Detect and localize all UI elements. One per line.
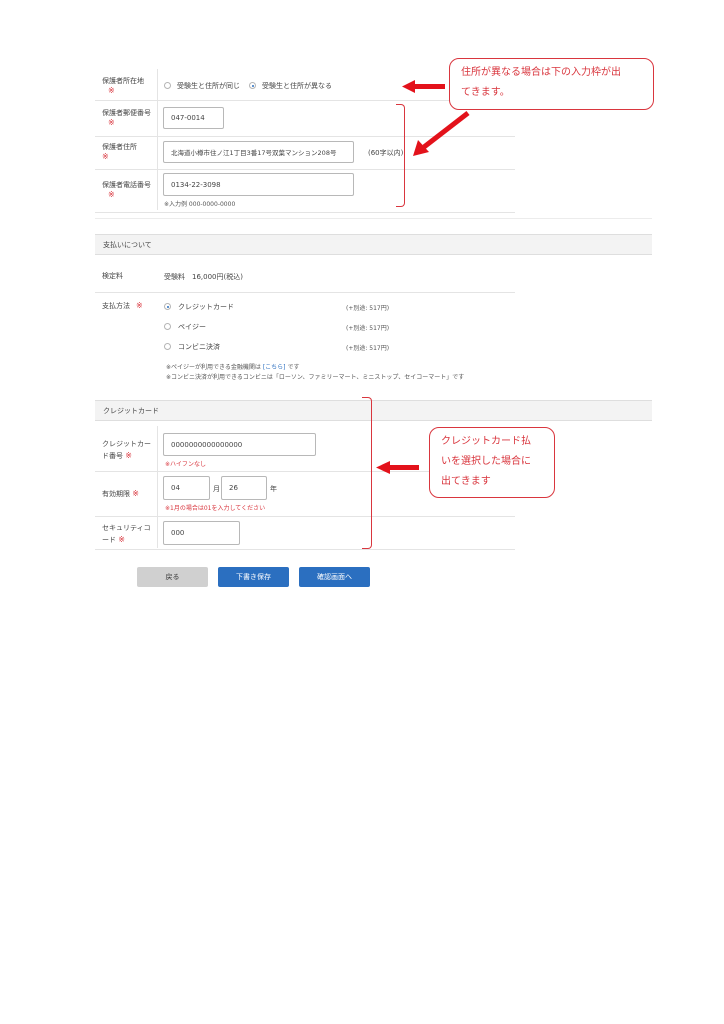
left-arrow-icon [402,80,445,93]
diagonal-arrow-icon [413,111,470,156]
annotation-arrows [376,80,470,474]
left-arrow-icon [376,461,419,474]
